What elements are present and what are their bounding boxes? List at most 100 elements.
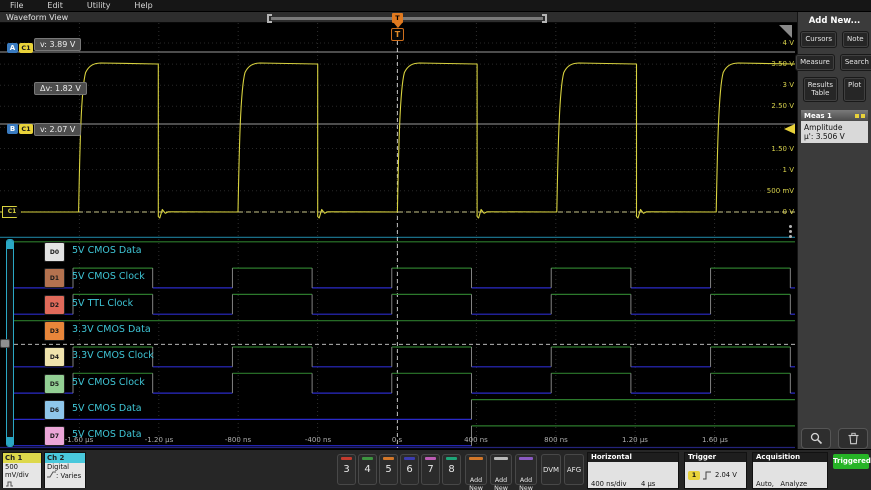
ch1-badge[interactable]: Ch 1 500 mV/div 100 MHz (2, 452, 42, 488)
d6-badge[interactable]: D6 (44, 400, 65, 420)
cursor-a-badge[interactable]: A (7, 43, 18, 53)
meas-name: Meas 1 (804, 112, 832, 120)
cursor-b-badge[interactable]: B (7, 124, 18, 134)
plot-button[interactable]: Plot (843, 77, 866, 103)
digital-position-handle[interactable] (0, 339, 10, 348)
acquisition-title: Acquisition (753, 453, 827, 462)
cursor-a-source-badge[interactable]: C1 (19, 43, 33, 53)
menu-edit[interactable]: Edit (47, 1, 63, 10)
channel-6-button[interactable]: 6 (400, 454, 419, 485)
bottom-bar: Ch 1 500 mV/div 100 MHz Ch 2 Digital : V… (0, 449, 871, 490)
acquisition-mode: Auto, Analyze (756, 480, 824, 489)
d1-label: 5V CMOS Clock (72, 271, 145, 282)
waveform-view-title: Waveform View (6, 13, 68, 22)
menu-help[interactable]: Help (134, 1, 152, 10)
trigger-flag[interactable]: T (391, 28, 404, 41)
menu-utility[interactable]: Utility (87, 1, 111, 10)
ch2-badge[interactable]: Ch 2 Digital : Varies (44, 452, 86, 488)
trigger-level-arrow-icon[interactable] (784, 124, 795, 134)
ch2-mode: Digital (47, 463, 83, 471)
channel-5-button[interactable]: 5 (379, 454, 398, 485)
add-new-math-button[interactable]: Add New Math (465, 454, 487, 485)
zoom-tool-button[interactable] (801, 428, 831, 449)
time-tick: 1.60 µs (702, 436, 728, 444)
meas-status-icons (855, 114, 865, 118)
horizontal-title: Horizontal (588, 453, 678, 462)
right-panel: Add New... Cursors Note Measure Search R… (797, 12, 871, 490)
scale-label-500mv: 500 mV (754, 187, 794, 195)
d5-label: 5V CMOS Clock (72, 377, 145, 388)
trigger-source-badge: 1 (688, 471, 700, 480)
d7-badge[interactable]: D7 (44, 426, 65, 446)
add-new-ref-button[interactable]: Add New Ref (490, 454, 512, 485)
waveform-view: Waveform View T T A (0, 12, 797, 449)
ch2-threshold: : Varies (56, 472, 81, 480)
scale-label-3v5: 3.50 V (754, 60, 794, 68)
scale-label-3v: 3 V (754, 81, 794, 89)
pan-zoom-left-bracket[interactable] (267, 14, 272, 23)
time-tick: 800 ns (544, 436, 568, 444)
time-tick: -1.20 µs (145, 436, 173, 444)
d0-badge[interactable]: D0 (44, 242, 65, 262)
triggered-status: Triggered (833, 454, 869, 469)
pan-zoom-right-bracket[interactable] (542, 14, 547, 23)
ch2-name: Ch 2 (45, 453, 85, 463)
channel-7-button[interactable]: 7 (421, 454, 440, 485)
d3-label: 3.3V CMOS Data (72, 324, 151, 335)
scale-label-1v: 1 V (754, 166, 794, 174)
channel-3-button[interactable]: 3 (337, 454, 356, 485)
dvm-button[interactable]: DVM (541, 454, 561, 485)
acquisition-panel[interactable]: Acquisition Auto, Analyze High Res: 15 b… (752, 452, 828, 489)
d5-badge[interactable]: D5 (44, 374, 65, 394)
search-button[interactable]: Search (840, 54, 871, 71)
d1-badge[interactable]: D1 (44, 268, 65, 288)
measurement-badge[interactable]: Meas 1 Amplitude µ': 3.506 V (801, 110, 868, 143)
channel-4-button[interactable]: 4 (358, 454, 377, 485)
d0-label: 5V CMOS Data (72, 245, 142, 256)
delete-tool-button[interactable] (838, 428, 868, 449)
d3-badge[interactable]: D3 (44, 321, 65, 341)
cursors-button[interactable]: Cursors (800, 31, 837, 48)
trigger-title: Trigger (685, 453, 746, 462)
cursor-b-source-badge[interactable]: C1 (19, 124, 33, 134)
ch1-name: Ch 1 (3, 453, 41, 463)
time-tick: -1.60 µs (65, 436, 93, 444)
oscilloscope-screen: File Edit Utility Help Waveform View T (0, 0, 871, 490)
pan-zoom-bar[interactable]: T (267, 14, 547, 23)
add-new-bus-button[interactable]: Add New Bus (515, 454, 537, 485)
results-table-button[interactable]: Results Table (803, 77, 838, 103)
cursor-a-readout: v: 3.89 V (34, 38, 81, 51)
cursor-delta-readout: Δv: 1.82 V (34, 82, 87, 95)
scale-label-1v5: 1.50 V (754, 145, 794, 153)
time-tick: -400 ns (305, 436, 331, 444)
d4-badge[interactable]: D4 (44, 347, 65, 367)
afg-button[interactable]: AFG (564, 454, 584, 485)
resize-corner-icon[interactable] (779, 25, 792, 38)
menu-file[interactable]: File (10, 1, 23, 10)
pan-zoom-track[interactable] (271, 17, 543, 20)
trigger-panel[interactable]: Trigger 1 2.04 V (684, 452, 747, 489)
trigger-level: 2.04 V (715, 471, 737, 480)
coupling-icon (5, 480, 16, 487)
measure-button[interactable]: Measure (795, 54, 835, 71)
add-new-title: Add New... (798, 16, 871, 26)
d2-label: 5V TTL Clock (72, 298, 133, 309)
ch1-scale: 500 mV/div (5, 463, 39, 480)
note-button[interactable]: Note (842, 31, 869, 48)
trash-icon (847, 432, 860, 445)
magnifier-icon (810, 432, 823, 445)
scale-label-0v: 0 V (754, 208, 794, 216)
time-tick: 400 ns (464, 436, 488, 444)
splitter-dots-handle[interactable] (789, 223, 793, 240)
scale-label-2v5: 2.50 V (754, 102, 794, 110)
meas-value: µ': 3.506 V (804, 132, 865, 141)
d2-badge[interactable]: D2 (44, 295, 65, 315)
time-tick: -800 ns (225, 436, 251, 444)
channel-8-button[interactable]: 8 (442, 454, 461, 485)
d6-label: 5V CMOS Data (72, 403, 142, 414)
cursor-b-readout: v: 2.07 V (34, 123, 81, 136)
rising-edge-icon (703, 471, 712, 480)
threshold-icon (47, 471, 56, 478)
d4-label: 3.3V CMOS Clock (72, 350, 154, 361)
horizontal-panel[interactable]: Horizontal 400 ns/div4 µs SR: 250 MS/s4 … (587, 452, 679, 489)
